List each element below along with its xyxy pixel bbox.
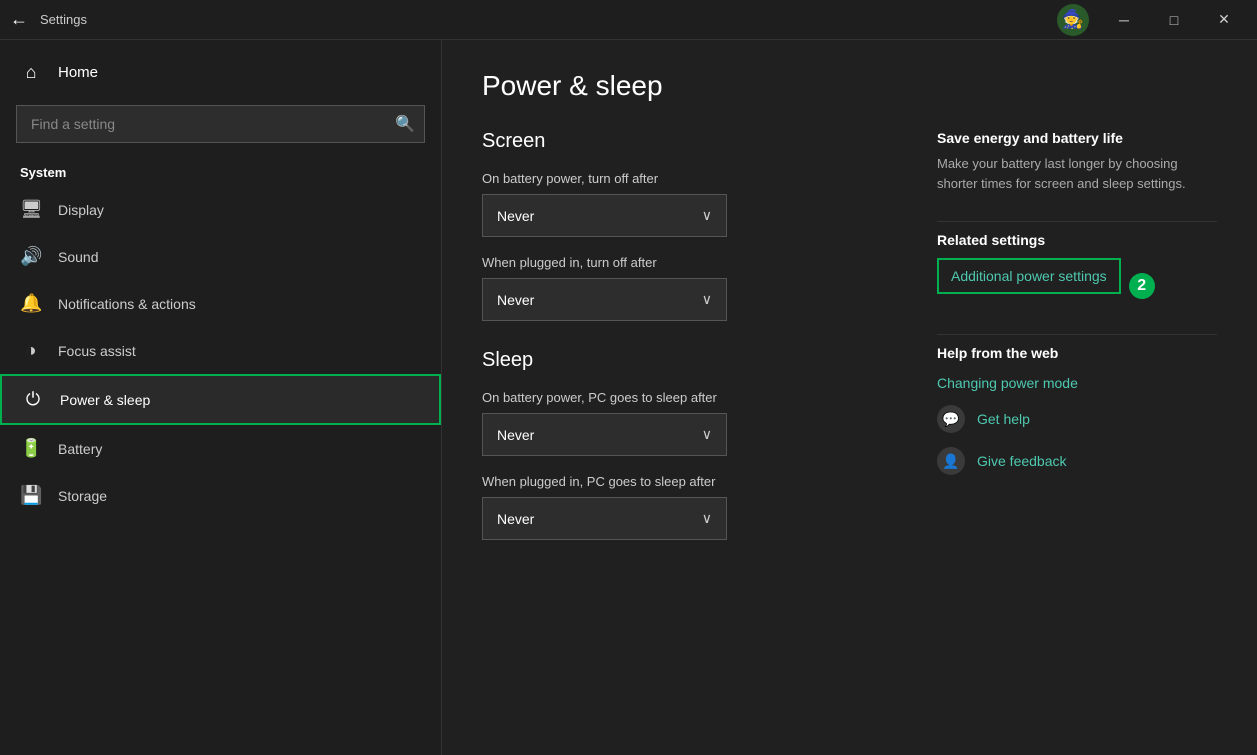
sleep-section-title: Sleep (482, 349, 877, 372)
focus-icon: ◑ (20, 340, 42, 361)
window-controls: 🧙 ─ □ ✕ (1057, 4, 1247, 36)
home-icon: ⌂ (20, 62, 42, 83)
system-section-label: System (0, 153, 441, 186)
screen-battery-label: On battery power, turn off after (482, 171, 877, 186)
search-wrapper: 🔍 (16, 105, 425, 143)
badge-2: 2 (1129, 273, 1155, 299)
page-title: Power & sleep (482, 70, 1217, 102)
sleep-battery-value: Never (497, 427, 534, 443)
get-help-item[interactable]: 💬 Get help (937, 405, 1217, 433)
get-help-icon: 💬 (937, 405, 965, 433)
screen-section-title: Screen (482, 130, 877, 153)
sleep-plugged-label: When plugged in, PC goes to sleep after (482, 474, 877, 489)
sidebar-item-power[interactable]: ⏻ Power & sleep (0, 374, 441, 425)
back-button[interactable]: ← (10, 9, 28, 30)
sidebar-item-focus[interactable]: ◑ Focus assist (0, 327, 441, 374)
additional-power-settings-link[interactable]: Additional power settings (937, 258, 1121, 294)
save-energy-box: Save energy and battery life Make your b… (937, 130, 1217, 193)
sidebar: ⌂ Home 🔍 System 🖥 Display 🔊 Sound 🔔 Noti… (0, 40, 442, 755)
get-help-label[interactable]: Get help (977, 411, 1030, 427)
screen-plugged-label: When plugged in, turn off after (482, 255, 877, 270)
search-input[interactable] (16, 105, 425, 143)
screen-battery-value: Never (497, 208, 534, 224)
help-title: Help from the web (937, 345, 1217, 361)
content-main: Screen On battery power, turn off after … (482, 130, 877, 544)
sidebar-item-home[interactable]: ⌂ Home (0, 50, 441, 95)
screen-plugged-value: Never (497, 292, 534, 308)
changing-power-mode-link[interactable]: Changing power mode (937, 375, 1217, 391)
divider-1 (937, 221, 1217, 222)
content-sidebar: Save energy and battery life Make your b… (937, 130, 1217, 544)
screen-plugged-dropdown[interactable]: Never ∨ (482, 278, 727, 321)
sleep-battery-dropdown[interactable]: Never ∨ (482, 413, 727, 456)
search-icon[interactable]: 🔍 (395, 114, 415, 134)
home-label: Home (58, 64, 98, 81)
chevron-down-icon-2: ∨ (702, 291, 712, 308)
sidebar-item-storage[interactable]: 💾 Storage (0, 472, 441, 519)
titlebar: ← Settings 🧙 ─ □ ✕ (0, 0, 1257, 40)
give-feedback-item[interactable]: 👤 Give feedback (937, 447, 1217, 475)
content-area: Power & sleep Screen On battery power, t… (442, 40, 1257, 755)
app-title: Settings (40, 12, 1057, 27)
sound-icon: 🔊 (20, 246, 42, 267)
sleep-battery-label: On battery power, PC goes to sleep after (482, 390, 877, 405)
avatar: 🧙 (1057, 4, 1089, 36)
display-label: Display (58, 202, 104, 218)
sound-label: Sound (58, 249, 98, 265)
close-button[interactable]: ✕ (1201, 5, 1247, 35)
main-layout: ⌂ Home 🔍 System 🖥 Display 🔊 Sound 🔔 Noti… (0, 40, 1257, 755)
give-feedback-label[interactable]: Give feedback (977, 453, 1067, 469)
give-feedback-icon: 👤 (937, 447, 965, 475)
minimize-button[interactable]: ─ (1101, 5, 1147, 35)
maximize-button[interactable]: □ (1151, 5, 1197, 35)
search-container: 🔍 (0, 95, 441, 153)
sidebar-item-sound[interactable]: 🔊 Sound (0, 233, 441, 280)
storage-icon: 💾 (20, 485, 42, 506)
notifications-icon: 🔔 (20, 293, 42, 314)
sidebar-item-notifications[interactable]: 🔔 Notifications & actions (0, 280, 441, 327)
chevron-down-icon-3: ∨ (702, 426, 712, 443)
display-icon: 🖥 (20, 199, 42, 220)
save-energy-title: Save energy and battery life (937, 130, 1217, 146)
power-label: Power & sleep (60, 392, 150, 408)
sidebar-item-display[interactable]: 🖥 Display (0, 186, 441, 233)
power-icon: ⏻ (22, 389, 44, 410)
chevron-down-icon: ∨ (702, 207, 712, 224)
storage-label: Storage (58, 488, 107, 504)
battery-label: Battery (58, 441, 102, 457)
sleep-plugged-dropdown[interactable]: Never ∨ (482, 497, 727, 540)
chevron-down-icon-4: ∨ (702, 510, 712, 527)
save-energy-text: Make your battery last longer by choosin… (937, 154, 1217, 193)
battery-icon: 🔋 (20, 438, 42, 459)
screen-battery-dropdown[interactable]: Never ∨ (482, 194, 727, 237)
content-inner: Screen On battery power, turn off after … (482, 130, 1217, 544)
sleep-section: Sleep On battery power, PC goes to sleep… (482, 349, 877, 540)
related-settings-label: Related settings (937, 232, 1217, 248)
sidebar-item-battery[interactable]: 🔋 Battery (0, 425, 441, 472)
sleep-plugged-value: Never (497, 511, 534, 527)
notifications-label: Notifications & actions (58, 296, 196, 312)
divider-2 (937, 334, 1217, 335)
focus-label: Focus assist (58, 343, 136, 359)
